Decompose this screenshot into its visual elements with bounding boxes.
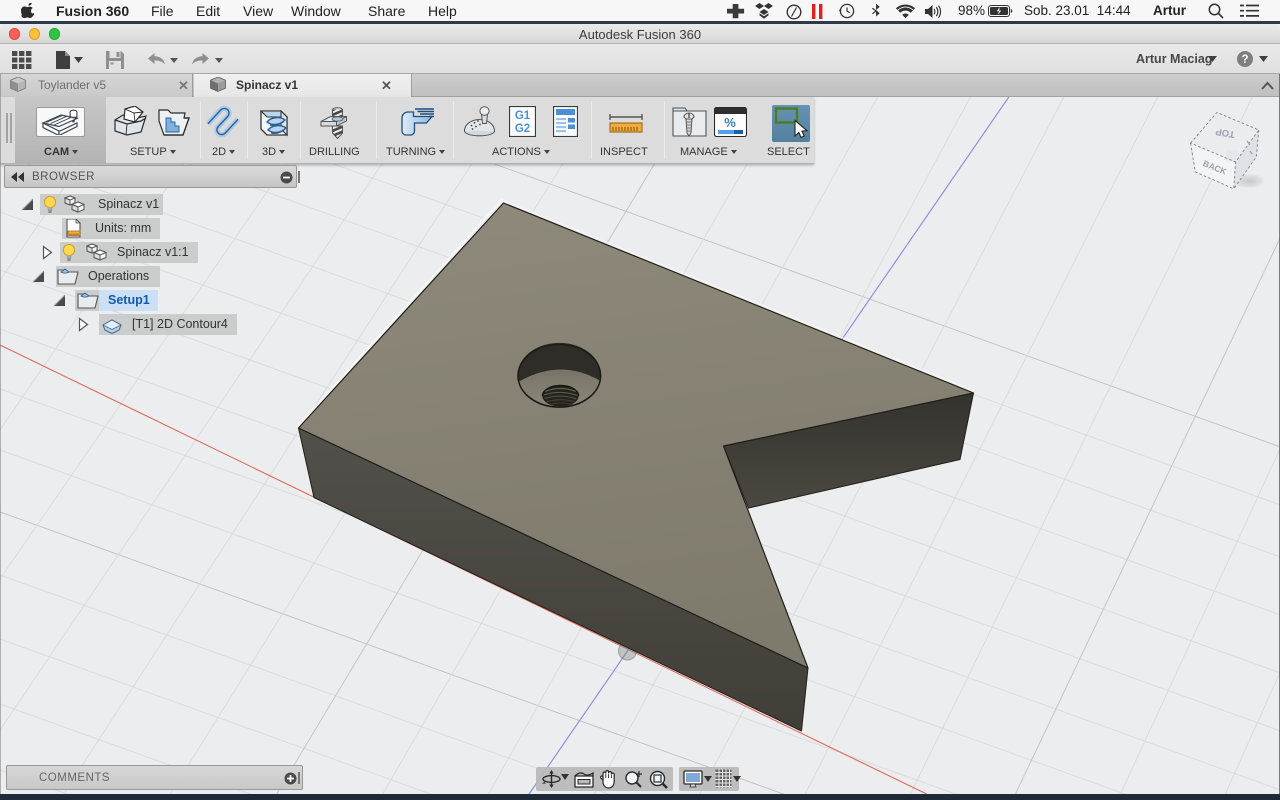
svg-text:?: ? bbox=[1241, 54, 1248, 66]
svg-text:G1: G1 bbox=[515, 110, 531, 122]
svg-text:G2: G2 bbox=[515, 123, 530, 135]
svg-text:%: % bbox=[724, 115, 736, 130]
